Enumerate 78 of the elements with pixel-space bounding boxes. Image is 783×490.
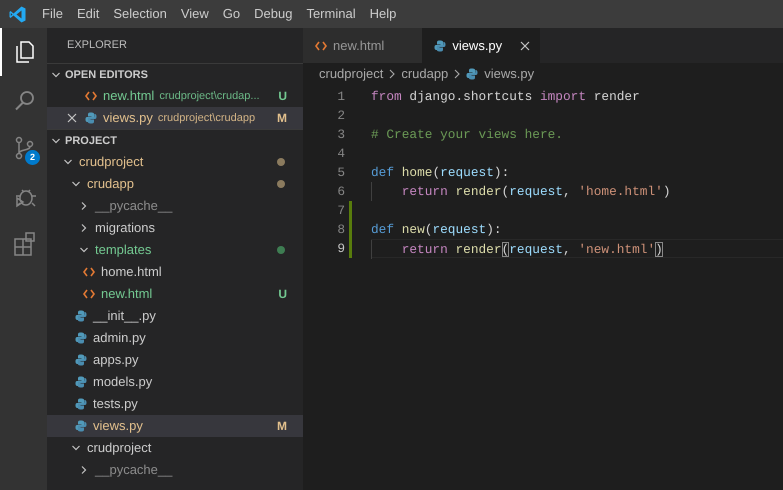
chevron-right-icon [388, 69, 396, 79]
sidebar-title: EXPLORER [66, 38, 127, 53]
line-number: 7 [336, 202, 345, 220]
python-logo-icon [75, 310, 87, 322]
tree-item[interactable]: __pycache__ [47, 459, 303, 481]
chevron-right-icon [453, 69, 462, 79]
tree-item[interactable]: admin.py [47, 327, 303, 349]
tree-item[interactable]: views.py M [47, 415, 303, 437]
tree-item[interactable]: crudproject [47, 437, 303, 459]
breadcrumb-item[interactable]: views.py [484, 64, 534, 84]
blocks-icon[interactable] [12, 232, 36, 256]
open-editor-item[interactable]: views.py crudproject\crudapp M [47, 107, 303, 129]
python-logo-icon [466, 68, 478, 80]
menu-item[interactable]: File [35, 0, 70, 28]
app-logo-icon [9, 6, 26, 22]
breadcrumb-item[interactable]: crudproject [319, 64, 384, 84]
python-logo-icon [75, 332, 87, 344]
breadcrumb-item[interactable]: crudapp [401, 64, 448, 84]
python-logo-icon [75, 354, 87, 366]
code-line: # Create your views here. [371, 127, 563, 142]
chevron-down-icon [51, 136, 61, 146]
line-number: 9 [336, 240, 345, 258]
line-number: 1 [336, 88, 345, 106]
chevron-down-icon [51, 70, 61, 80]
tree-item[interactable]: templates [47, 239, 303, 261]
chevron-right-icon [79, 201, 89, 211]
python-logo-icon [434, 40, 446, 52]
code-line: def home(request): [371, 165, 510, 180]
code-line: from django.shortcuts import render [371, 89, 640, 104]
chevron-down-icon [71, 443, 81, 453]
section-header[interactable]: PROJECT [47, 129, 303, 151]
code-line: return render(request, 'new.html') [402, 242, 663, 257]
menu-item[interactable]: Debug [247, 0, 300, 28]
line-number: 8 [336, 221, 345, 239]
tree-item[interactable]: migrations [47, 217, 303, 239]
line-number: 6 [336, 183, 345, 201]
code-brackets-icon [83, 289, 95, 299]
line-number: 5 [336, 164, 345, 182]
python-logo-icon [75, 376, 87, 388]
menu-item[interactable]: Edit [70, 0, 106, 28]
code-brackets-icon [315, 40, 327, 50]
line-number: 3 [336, 126, 345, 144]
python-logo-icon [75, 420, 87, 432]
code-brackets-icon [83, 267, 95, 277]
count-badge: 2 [25, 150, 40, 165]
code-line: return render(request, 'home.html') [402, 184, 671, 199]
chevron-down-icon [71, 179, 81, 189]
close-icon [520, 40, 530, 50]
tree-item[interactable]: models.py [47, 371, 303, 393]
line-number: 2 [336, 107, 345, 125]
tree-item[interactable]: apps.py [47, 349, 303, 371]
tree-item[interactable]: crudapp [47, 173, 303, 195]
menu-item[interactable]: Help [362, 0, 404, 28]
tree-item[interactable]: __pycache__ [47, 195, 303, 217]
search-icon[interactable] [12, 88, 36, 112]
chevron-right-icon [79, 465, 89, 475]
tree-item[interactable]: __init__.py [47, 305, 303, 327]
python-logo-icon [85, 112, 97, 124]
tree-item[interactable]: new.html U [47, 283, 303, 305]
open-editor-item[interactable]: new.html crudproject\crudap... U [47, 85, 303, 107]
tree-item[interactable]: crudproject [47, 151, 303, 173]
menu-item[interactable]: Terminal [299, 0, 363, 28]
python-logo-icon [75, 398, 87, 410]
menu-item[interactable]: Selection [106, 0, 174, 28]
chevron-down-icon [79, 245, 89, 255]
close-icon[interactable] [67, 113, 77, 123]
code-line: def new(request): [371, 222, 502, 237]
chevron-right-icon [79, 223, 89, 233]
chevron-down-icon [63, 157, 73, 167]
section-header[interactable]: OPEN EDITORS [47, 63, 303, 85]
tree-item[interactable]: tests.py [47, 393, 303, 415]
line-number: 4 [336, 145, 345, 163]
menu-item[interactable]: Go [216, 0, 248, 28]
editor-tab[interactable]: views.py [422, 28, 540, 63]
editor-tab[interactable]: new.html [303, 28, 422, 63]
menu-item[interactable]: View [174, 0, 216, 28]
tree-item[interactable]: home.html [47, 261, 303, 283]
code-brackets-icon [85, 91, 97, 101]
